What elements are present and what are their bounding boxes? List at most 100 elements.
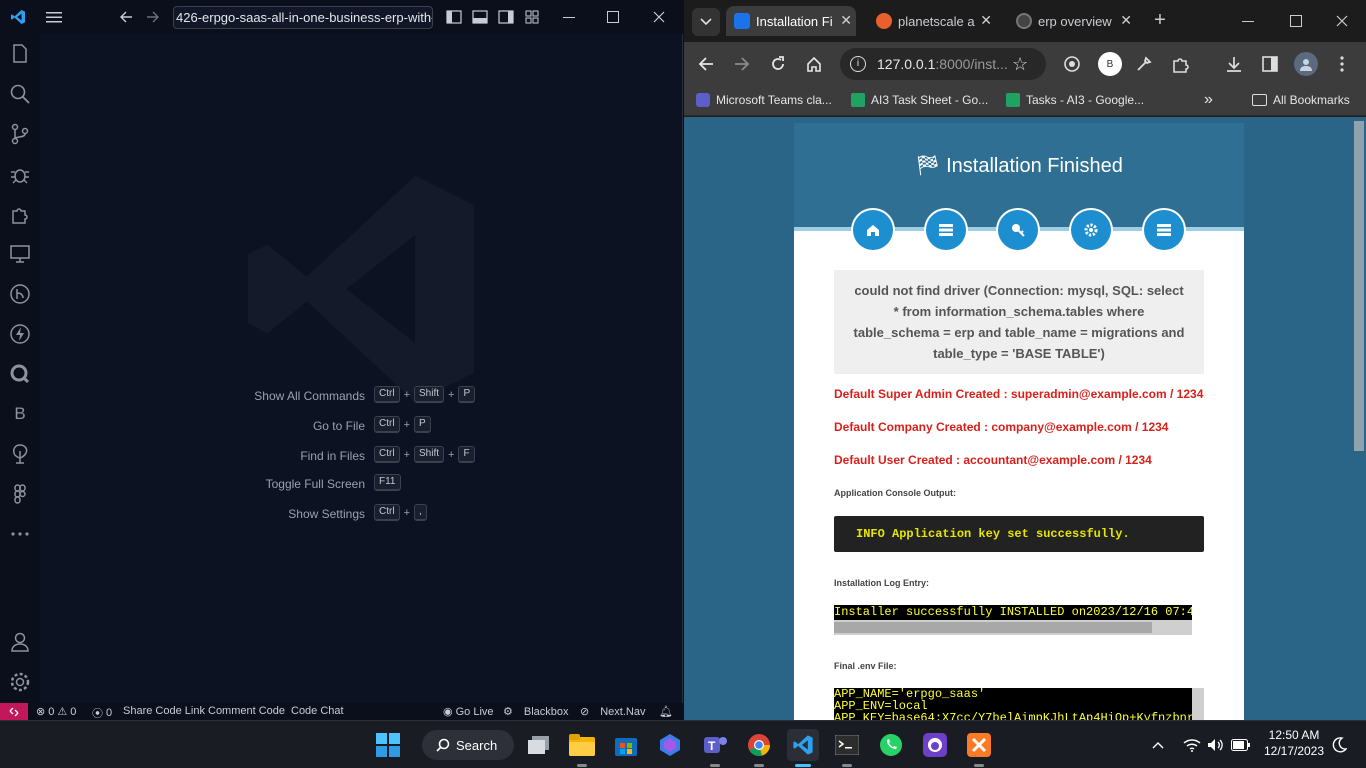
ports-indicator[interactable]: ⦿ 0 bbox=[92, 705, 112, 721]
back-arrow-icon[interactable] bbox=[116, 8, 136, 26]
customize-layout-icon[interactable] bbox=[522, 8, 542, 26]
tab-close-icon[interactable]: ✕ bbox=[980, 12, 992, 29]
more-bookmarks-chevron-icon[interactable]: » bbox=[1204, 91, 1213, 109]
remote-explorer-icon[interactable] bbox=[8, 242, 32, 266]
search-icon[interactable] bbox=[8, 82, 32, 106]
shortcut-row[interactable]: Toggle Full Screen F11 bbox=[40, 474, 682, 494]
figma-icon[interactable] bbox=[8, 482, 32, 506]
menu-icon[interactable] bbox=[44, 8, 64, 26]
chrome-taskbar-icon[interactable] bbox=[743, 729, 775, 767]
bookmark-star-icon[interactable]: ☆ bbox=[1012, 48, 1028, 80]
show-hidden-icons-chevron-icon[interactable] bbox=[1148, 729, 1168, 761]
step-requirements-icon[interactable] bbox=[926, 210, 966, 250]
comment-code-button[interactable]: Comment Code bbox=[208, 705, 285, 717]
step-permissions-key-icon[interactable] bbox=[998, 210, 1038, 250]
log-horizontal-scrollbar[interactable] bbox=[834, 620, 1192, 635]
toggle-secondary-sidebar-icon[interactable] bbox=[496, 8, 516, 26]
side-panel-icon[interactable] bbox=[1260, 54, 1280, 74]
more-icon[interactable] bbox=[8, 522, 32, 546]
microsoft-store-icon[interactable] bbox=[610, 729, 642, 761]
close-icon[interactable] bbox=[648, 8, 670, 26]
page-scroll-thumb[interactable] bbox=[1354, 121, 1364, 451]
step-home-icon[interactable] bbox=[853, 210, 893, 250]
extension-target-icon[interactable] bbox=[1062, 54, 1082, 74]
taskbar-search[interactable]: Search bbox=[422, 730, 514, 760]
shortcut-row[interactable]: Go to File Ctrl + P bbox=[40, 416, 682, 436]
battery-icon[interactable] bbox=[1230, 729, 1252, 761]
vscode-taskbar-icon[interactable] bbox=[787, 729, 819, 767]
blackbox-button[interactable]: ⚙ Blackbox bbox=[503, 705, 569, 719]
go-live-button[interactable]: ◉ Go Live bbox=[443, 705, 494, 719]
tab-close-icon[interactable]: ✕ bbox=[840, 12, 852, 29]
env-file-box[interactable]: APP_NAME='erpgo_saas' APP_ENV=local APP_… bbox=[834, 688, 1192, 720]
step-settings-gear-icon[interactable] bbox=[1071, 210, 1111, 250]
quokka-icon[interactable] bbox=[8, 362, 32, 386]
chrome-back-icon[interactable] bbox=[696, 54, 716, 74]
bookmark-tasks-ai3[interactable]: Tasks - AI3 - Google... bbox=[1006, 93, 1144, 107]
address-bar[interactable]: i 127.0.0.1:8000/inst... ☆ bbox=[840, 48, 1046, 80]
log-scroll-thumb[interactable] bbox=[834, 622, 1152, 633]
whatsapp-icon[interactable] bbox=[875, 729, 907, 761]
start-windows-icon[interactable] bbox=[372, 729, 404, 761]
chrome-menu-icon[interactable] bbox=[1332, 54, 1352, 74]
site-info-icon[interactable]: i bbox=[850, 56, 866, 72]
env-vertical-scrollbar[interactable] bbox=[1192, 688, 1204, 720]
chrome-close-icon[interactable] bbox=[1332, 12, 1352, 30]
problems-indicator[interactable]: ⊗ 0 ⚠ 0 bbox=[36, 705, 76, 719]
source-control-icon[interactable] bbox=[8, 122, 32, 146]
bookmark-ai3-task-sheet[interactable]: AI3 Task Sheet - Go... bbox=[851, 93, 988, 107]
tree-icon[interactable] bbox=[8, 442, 32, 466]
github-desktop-icon[interactable] bbox=[919, 729, 951, 761]
toggle-sidebar-icon[interactable] bbox=[444, 8, 464, 26]
command-center-search[interactable]: 426-erpgo-saas-all-in-one-business-erp-w… bbox=[173, 6, 433, 29]
step-database-icon[interactable] bbox=[1144, 210, 1184, 250]
all-bookmarks-button[interactable]: All Bookmarks bbox=[1252, 93, 1350, 107]
profile-b-avatar[interactable]: B bbox=[1098, 52, 1122, 76]
copilot-app-icon[interactable] bbox=[654, 729, 686, 761]
system-clock[interactable]: 12:50 AM 12/17/2023 bbox=[1262, 727, 1326, 759]
chrome-maximize-icon[interactable] bbox=[1286, 12, 1306, 30]
tab-installation[interactable]: Installation Fi ✕ bbox=[726, 6, 856, 36]
eyedropper-icon[interactable] bbox=[1134, 54, 1154, 74]
maximize-icon[interactable] bbox=[602, 8, 624, 26]
shortcut-row[interactable]: Show Settings Ctrl +, bbox=[40, 504, 682, 524]
toggle-panel-icon[interactable] bbox=[470, 8, 490, 26]
home-icon[interactable] bbox=[804, 54, 824, 74]
tab-search-chevron-icon[interactable] bbox=[692, 8, 720, 36]
downloads-icon[interactable] bbox=[1224, 54, 1244, 74]
reload-icon[interactable] bbox=[768, 54, 788, 74]
accounts-icon[interactable] bbox=[8, 630, 32, 654]
notifications-bell-icon[interactable]: 🔔︎ bbox=[659, 705, 673, 718]
tab-erp-overview[interactable]: erp overview ✕ bbox=[1008, 6, 1136, 36]
terminal-icon[interactable] bbox=[831, 729, 863, 767]
shortcut-row[interactable]: Show All Commands Ctrl + Shift + P bbox=[40, 386, 682, 406]
new-tab-plus-icon[interactable]: + bbox=[1150, 9, 1170, 31]
tab-close-icon[interactable]: ✕ bbox=[1120, 12, 1132, 29]
teams-icon[interactable]: T bbox=[699, 729, 731, 767]
volume-icon[interactable] bbox=[1206, 729, 1226, 761]
xampp-icon[interactable] bbox=[963, 729, 995, 767]
chrome-minimize-icon[interactable] bbox=[1238, 12, 1258, 30]
profile-avatar[interactable] bbox=[1294, 52, 1318, 76]
remote-indicator[interactable] bbox=[0, 703, 28, 720]
bookmark-teams[interactable]: Microsoft Teams cla... bbox=[696, 93, 832, 107]
install-log-box[interactable]: Installer successfully INSTALLED on2023/… bbox=[834, 605, 1192, 635]
git-graph-icon[interactable] bbox=[8, 282, 32, 306]
thunder-client-icon[interactable] bbox=[8, 322, 32, 346]
tab-planetscale[interactable]: planetscale a ✕ bbox=[868, 6, 996, 36]
extensions-icon[interactable] bbox=[8, 202, 32, 226]
blackbox-icon[interactable]: B bbox=[8, 402, 32, 426]
minimize-icon[interactable] bbox=[558, 8, 580, 26]
task-view-icon[interactable] bbox=[523, 729, 555, 761]
chrome-forward-icon[interactable] bbox=[732, 54, 752, 74]
explorer-icon[interactable] bbox=[8, 42, 32, 66]
debug-icon[interactable] bbox=[8, 162, 32, 186]
code-chat-button[interactable]: Code Chat bbox=[291, 705, 344, 717]
wifi-icon[interactable] bbox=[1182, 729, 1202, 761]
next-nav-button[interactable]: ⊘ Next.Nav bbox=[580, 705, 645, 719]
forward-arrow-icon[interactable] bbox=[143, 8, 163, 26]
extensions-puzzle-icon[interactable] bbox=[1170, 54, 1190, 74]
page-scrollbar[interactable] bbox=[1352, 117, 1366, 720]
file-explorer-icon[interactable] bbox=[566, 729, 598, 767]
shortcut-row[interactable]: Find in Files Ctrl + Shift + F bbox=[40, 446, 682, 466]
